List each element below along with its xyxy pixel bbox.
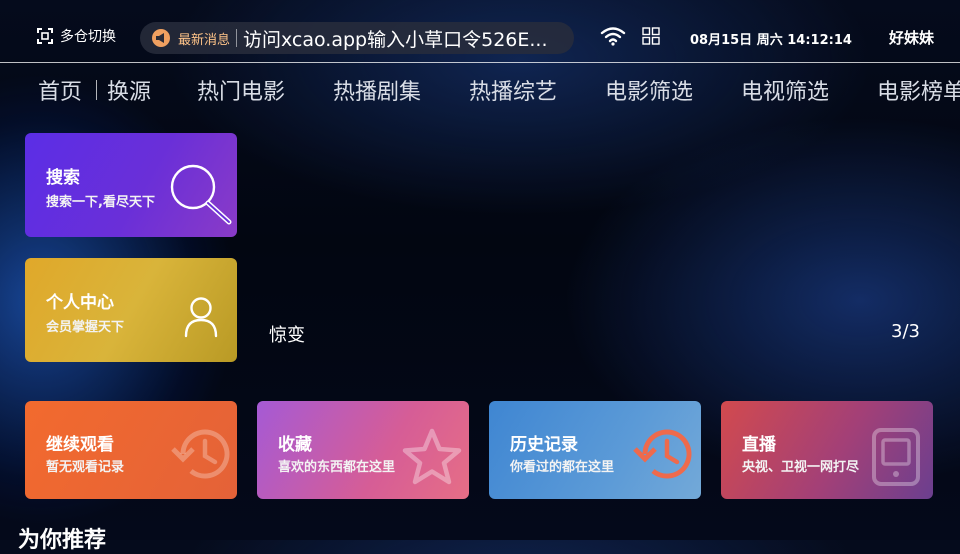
- nav-item-change-source[interactable]: 换源: [107, 74, 151, 106]
- nav-separator: [96, 80, 97, 100]
- personal-center-card[interactable]: 个人中心 会员掌握天下: [25, 258, 237, 362]
- search-card-title: 搜索: [46, 168, 80, 188]
- recommend-section-title: 为你推荐: [18, 528, 107, 553]
- switch-label: 多仓切换: [60, 29, 116, 45]
- continue-watching-card[interactable]: 继续观看 暂无观看记录: [25, 401, 237, 499]
- continue-card-title: 继续观看: [46, 435, 114, 455]
- switch-icon: [37, 28, 53, 44]
- banner-title: 惊变: [269, 325, 305, 346]
- wifi-icon: [600, 27, 626, 46]
- apps-grid-icon[interactable]: [642, 27, 660, 45]
- history-icon: [633, 429, 692, 479]
- favorites-card[interactable]: 收藏 喜欢的东西都在这里: [257, 401, 469, 499]
- search-card-subtitle: 搜索一下,看尽天下: [46, 195, 155, 210]
- nav-item-hot-variety[interactable]: 热播综艺: [469, 74, 557, 106]
- continue-card-subtitle: 暂无观看记录: [46, 460, 125, 475]
- notice-divider: [236, 29, 238, 47]
- live-card-title: 直播: [742, 435, 776, 455]
- main-nav: 首页 换源 热门电影 热播剧集 热播综艺 电影筛选 电视筛选 电影榜单: [0, 70, 960, 110]
- datetime-display: 08月15日 周六 14:12:14: [690, 33, 852, 48]
- personal-card-subtitle: 会员掌握天下: [46, 320, 125, 335]
- history-icon: [171, 429, 230, 479]
- notice-message: 访问xcao.app输入小草口令526E...: [243, 28, 548, 51]
- nav-item-movie-ranking[interactable]: 电影榜单: [877, 74, 960, 106]
- personal-card-title: 个人中心: [46, 293, 114, 313]
- live-tv-card[interactable]: 直播 央视、卫视一网打尽: [721, 401, 933, 499]
- live-card-subtitle: 央视、卫视一网打尽: [742, 460, 860, 475]
- user-name[interactable]: 好妹妹: [889, 27, 934, 48]
- warehouse-switch-button[interactable]: 多仓切换: [36, 26, 116, 46]
- banner-page-indicator: 3/3: [891, 321, 920, 342]
- nav-item-tv-filter[interactable]: 电视筛选: [741, 74, 829, 106]
- favorites-card-title: 收藏: [278, 435, 312, 455]
- history-card-subtitle: 你看过的都在这里: [510, 460, 615, 475]
- star-icon: [402, 428, 462, 485]
- history-card[interactable]: 历史记录 你看过的都在这里: [489, 401, 701, 499]
- search-card[interactable]: 搜索 搜索一下,看尽天下: [25, 133, 237, 237]
- top-bar: 多仓切换 最新消息 访问xcao.app输入小草口令526E... 08月15日…: [0, 0, 960, 63]
- megaphone-icon: [152, 29, 170, 47]
- search-icon: [170, 164, 232, 225]
- favorites-card-subtitle: 喜欢的东西都在这里: [278, 460, 396, 475]
- nav-item-hot-movies[interactable]: 热门电影: [197, 74, 285, 106]
- nav-item-movie-filter[interactable]: 电影筛选: [605, 74, 693, 106]
- notice-bar[interactable]: 最新消息 访问xcao.app输入小草口令526E...: [140, 22, 574, 54]
- nav-item-hot-series[interactable]: 热播剧集: [333, 74, 421, 106]
- notice-tag: 最新消息: [178, 32, 231, 48]
- history-card-title: 历史记录: [510, 435, 578, 455]
- tv-icon: [872, 428, 920, 486]
- nav-item-home[interactable]: 首页: [38, 74, 82, 106]
- user-icon: [184, 297, 218, 338]
